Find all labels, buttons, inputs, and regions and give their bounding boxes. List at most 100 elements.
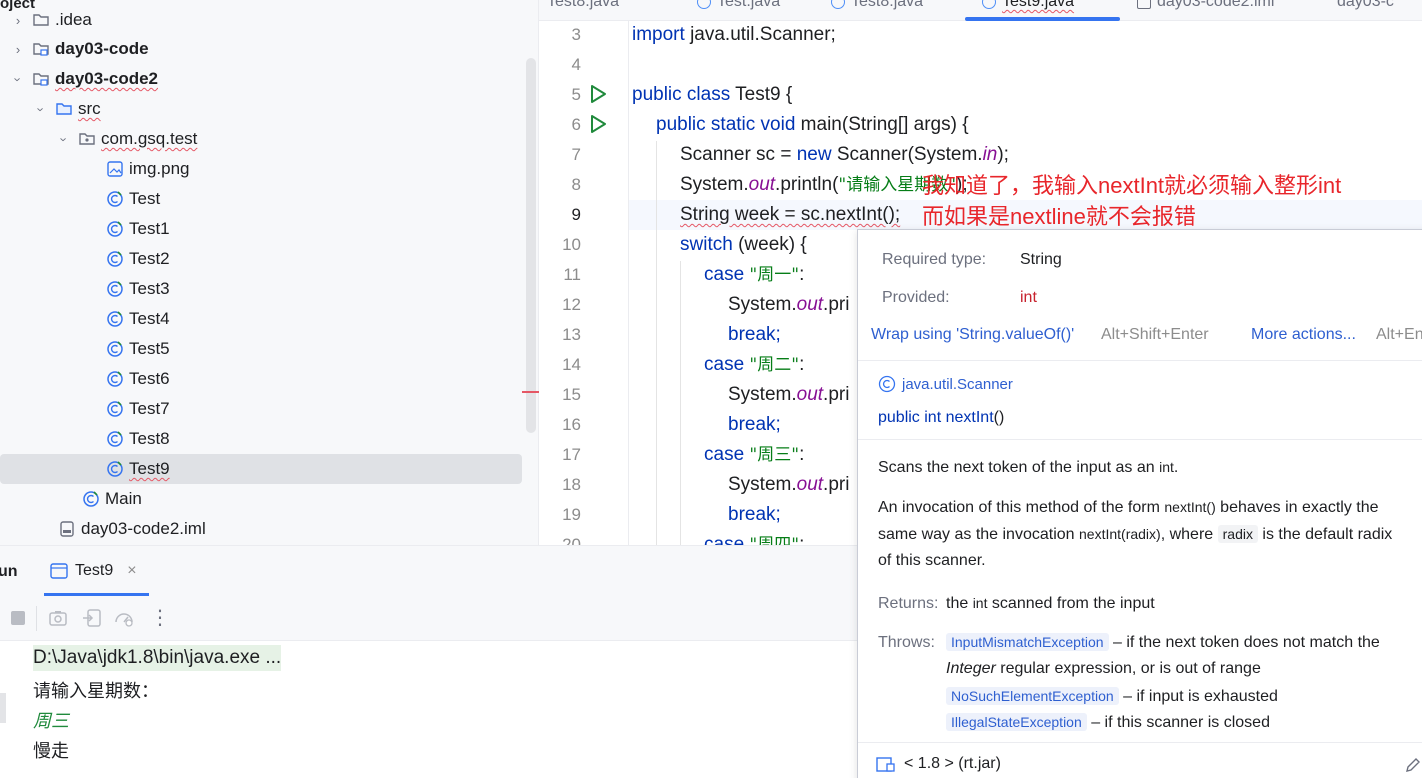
tree-item-day03-code2[interactable]: › day03-code2	[0, 64, 522, 94]
popup-divider	[858, 439, 1422, 440]
close-tab-icon[interactable]: ×	[127, 562, 136, 580]
tree-item-img[interactable]: img.png	[0, 154, 522, 184]
tree-item-iml[interactable]: day03-code2.iml	[0, 514, 522, 544]
doc-description-2: An invocation of this method of the form…	[878, 499, 1379, 516]
exception-link[interactable]: InputMismatchException	[946, 633, 1109, 651]
chevron-right-icon[interactable]: ›	[10, 42, 26, 57]
tree-scrollbar[interactable]	[526, 58, 536, 433]
tree-item-label: day03-code2.iml	[81, 519, 206, 538]
dashboard-icon[interactable]	[114, 608, 134, 628]
error-documentation-popup[interactable]: Required type: String Provided: int Wrap…	[857, 229, 1422, 778]
code-line-20: case "周四":	[704, 534, 805, 545]
fix-shortcut: Alt+Shift+Enter	[1101, 326, 1209, 343]
tree-item-class[interactable]: Test2	[0, 244, 522, 274]
throws-label: Throws:	[878, 634, 935, 651]
tree-item-main[interactable]: Main	[0, 484, 522, 514]
indent-guide	[680, 261, 681, 545]
tree-item-class[interactable]: Test	[0, 184, 522, 214]
tree-item-label: day03-code2	[55, 69, 158, 88]
method-signature: public int nextInt()	[878, 409, 1005, 426]
tab-test9[interactable]: Test9.java	[982, 0, 1074, 13]
code-line-7: Scanner sc = new Scanner(System.in);	[680, 144, 1009, 165]
code-line-14: case "周二":	[704, 354, 805, 375]
more-actions-link[interactable]: More actions...	[1251, 326, 1356, 344]
module-folder-icon	[32, 70, 50, 88]
run-class-icon[interactable]	[588, 84, 608, 104]
toolbar-separator	[36, 606, 37, 631]
class-icon	[878, 375, 896, 393]
java-class-icon	[982, 0, 996, 9]
indent-guide	[656, 141, 657, 545]
tree-item-idea[interactable]: › .idea	[0, 5, 522, 35]
tree-item-label: Test9	[129, 459, 170, 478]
line-number: 13	[562, 325, 581, 344]
tree-item-class[interactable]: Test1	[0, 214, 522, 244]
code-line-12: System.out.pri	[728, 294, 850, 315]
project-tree: oject › .idea › day03-code › day03-code2…	[0, 0, 539, 545]
run-header: un Test9 ×	[0, 546, 857, 596]
stop-icon[interactable]	[8, 608, 28, 628]
chevron-down-icon[interactable]: ›	[11, 71, 26, 87]
import-icon[interactable]	[82, 608, 102, 628]
popup-divider	[858, 742, 1422, 743]
chevron-down-icon[interactable]: ›	[57, 131, 72, 147]
doc-description-1: Scans the next token of the input as an …	[878, 459, 1179, 476]
code-line-5: public class Test9 {	[632, 84, 793, 105]
java-class-icon	[106, 190, 124, 208]
exception-link[interactable]: IllegalStateException	[946, 713, 1087, 731]
library-icon	[876, 757, 895, 772]
camera-icon[interactable]	[48, 608, 68, 628]
java-class-icon	[106, 400, 124, 418]
tree-item-class[interactable]: Test8	[0, 424, 522, 454]
package-icon	[78, 130, 96, 148]
edit-icon[interactable]	[1405, 757, 1421, 773]
tree-item-label: Test	[129, 189, 161, 208]
required-type-label: Required type:	[882, 251, 987, 268]
more-options-icon[interactable]: ⋮	[150, 605, 170, 630]
wrap-valueof-action[interactable]: Wrap using 'String.valueOf()'	[871, 326, 1074, 344]
java-class-icon	[82, 490, 100, 508]
throws-item-1-cont: Integer regular expression, or is out of…	[946, 660, 1261, 677]
tree-item-class[interactable]: Test4	[0, 304, 522, 334]
console-output[interactable]: D:\Java\jdk1.8\bin\java.exe ... 请输入星期数： …	[0, 641, 857, 778]
class-link[interactable]: java.util.Scanner	[902, 376, 1013, 393]
code-line-10: switch (week) {	[680, 234, 807, 255]
annotation-line-1: 我知道了，我输入nextInt就必须输入整形int	[922, 173, 1342, 198]
tree-item-label: day03-code	[55, 39, 149, 58]
java-class-icon	[106, 310, 124, 328]
library-footer: < 1.8 > (rt.jar)	[876, 755, 1001, 773]
tab-test8-b[interactable]: Test8.java	[831, 0, 923, 13]
run-tab-test9[interactable]: Test9 ×	[50, 562, 137, 580]
tab-test8[interactable]: Test8.java	[547, 0, 619, 13]
tree-item-label: Test2	[129, 249, 170, 268]
code-line-11: case "周一":	[704, 264, 805, 285]
tree-item-package[interactable]: › com.gsq.test	[0, 124, 522, 154]
tree-item-label: src	[78, 99, 101, 118]
line-number: 12	[562, 295, 581, 314]
chevron-down-icon[interactable]: ›	[34, 101, 49, 117]
tree-item-label: Test4	[129, 309, 170, 328]
tree-item-day03-code[interactable]: › day03-code	[0, 34, 522, 64]
tree-item-src[interactable]: › src	[0, 94, 522, 124]
exception-link[interactable]: NoSuchElementException	[946, 687, 1119, 705]
tree-item-class[interactable]: Test3	[0, 274, 522, 304]
tab-more[interactable]: day03-c	[1337, 0, 1394, 13]
tree-item-class[interactable]: Test7	[0, 394, 522, 424]
class-header: java.util.Scanner	[878, 375, 1013, 393]
run-main-icon[interactable]	[588, 114, 608, 134]
tab-iml[interactable]: day03-code2.iml	[1137, 0, 1274, 13]
java-class-icon	[831, 0, 845, 9]
tree-item-class[interactable]: Test5	[0, 334, 522, 364]
tree-item-class[interactable]: Test9	[0, 454, 522, 484]
tree-item-class[interactable]: Test6	[0, 364, 522, 394]
chevron-right-icon[interactable]: ›	[10, 13, 26, 28]
tab-test[interactable]: Test.java	[697, 0, 780, 13]
tree-item-label: Main	[105, 489, 142, 508]
error-stripe-mark	[522, 391, 539, 393]
doc-description-4: of this scanner.	[878, 552, 986, 569]
java-class-icon	[106, 250, 124, 268]
line-number: 14	[562, 355, 581, 374]
tree-item-label: Test7	[129, 399, 170, 418]
code-line-18: System.out.pri	[728, 474, 850, 495]
tree-item-label: Test6	[129, 369, 170, 388]
